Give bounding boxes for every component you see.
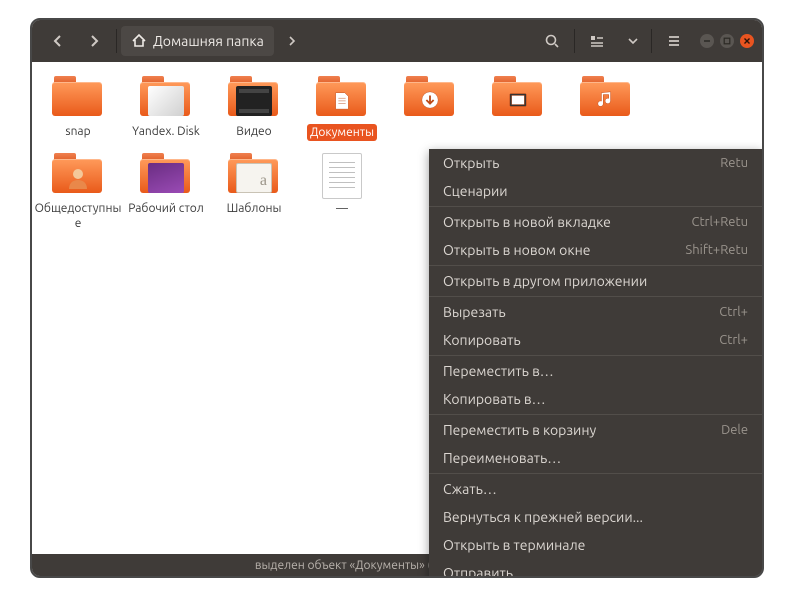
menu-item[interactable]: Вырезать Ctrl+ [429,298,762,326]
menu-item-label: Отправить… [443,565,527,578]
folder-item[interactable] [386,76,474,141]
minimize-button[interactable] [700,34,714,48]
menu-item[interactable]: Копировать в… [429,385,762,413]
path-bar[interactable]: Домашняя папка [121,26,274,56]
menu-item-shortcut: Dele [721,423,748,437]
folder-label: Шаблоны [210,201,298,216]
folder-icon [492,76,544,120]
menu-item[interactable]: Открыть Retu [429,149,762,177]
menu-separator [429,414,762,415]
menu-item-label: Копировать [443,332,521,348]
folder-label: Общедоступные [34,201,122,231]
context-menu: Открыть Retu Сценарии Открыть в новой вклад… [429,149,762,578]
close-button[interactable] [740,34,754,48]
folder-icon [316,76,368,120]
menu-item[interactable]: Переместить в… [429,357,762,385]
folder-icon [140,153,192,197]
menu-item-shortcut: Shift+Retu [685,243,748,257]
folder-label: — [298,201,386,216]
menu-item[interactable]: Отправить… [429,559,762,578]
folder-icon [52,76,104,120]
menu-item[interactable]: Копировать Ctrl+ [429,326,762,354]
menu-item[interactable]: Вернуться к прежней версии... [429,503,762,531]
menu-item[interactable]: Открыть в новом окне Shift+Retu [429,236,762,264]
menu-item[interactable]: Открыть в другом приложении [429,267,762,295]
menu-item-label: Сценарии [443,183,508,199]
menu-item-label: Вырезать [443,304,506,320]
menu-item-shortcut: Ctrl+ [719,305,748,319]
folder-label: Рабочий стол [122,201,210,216]
menu-item[interactable]: Переименовать… [429,444,762,472]
menu-item-label: Вернуться к прежней версии... [443,509,643,525]
toolbar: Домашняя папка [32,20,762,62]
menu-item[interactable]: Открыть в терминале [429,531,762,559]
menu-item-shortcut: Ctrl+Retu [691,215,748,229]
folder-item[interactable]: — [298,153,386,231]
menu-item-label: Копировать в… [443,391,546,407]
view-dropdown-icon[interactable] [617,26,649,56]
folder-icon [316,153,368,197]
menu-item[interactable]: Открыть в новой вкладке Ctrl+Retu [429,208,762,236]
menu-item-label: Открыть в новом окне [443,242,590,258]
menu-item[interactable]: Сценарии [429,177,762,205]
folder-item[interactable]: snap [34,76,122,141]
folder-item[interactable]: Документы [298,76,386,141]
menu-item-label: Переместить в… [443,363,554,379]
window-controls [700,34,754,48]
folder-icon [580,76,632,120]
folder-icon [228,76,280,120]
menu-separator [429,206,762,207]
folder-label: Видео [210,124,298,139]
path-next-icon[interactable] [276,26,308,56]
menu-item-label: Открыть [443,155,499,171]
menu-item-label: Открыть в терминале [443,537,585,553]
separator [116,29,117,53]
separator [651,29,652,53]
maximize-button[interactable] [720,34,734,48]
forward-button[interactable] [78,26,110,56]
menu-item[interactable]: Сжать… [429,475,762,503]
menu-item-shortcut: Retu [720,156,748,170]
menu-item[interactable]: Переместить в корзину Dele [429,416,762,444]
menu-item-label: Сжать… [443,481,497,497]
folder-icon [140,76,192,120]
folder-item[interactable]: Yandex. Disk [122,76,210,141]
back-button[interactable] [42,26,74,56]
menu-separator [429,473,762,474]
separator [574,29,575,53]
file-manager-window: Домашняя папка snapYandex. DiskВидео Доку… [30,18,764,578]
home-icon [131,33,147,49]
menu-item-label: Открыть в другом приложении [443,273,647,289]
menu-separator [429,296,762,297]
folder-label: snap [34,124,122,139]
menu-button[interactable] [658,26,690,56]
search-button[interactable] [536,26,568,56]
folder-item[interactable]: Шаблоны [210,153,298,231]
folder-icon [52,153,104,197]
menu-separator [429,355,762,356]
folder-item[interactable]: Видео [210,76,298,141]
folder-icon [228,153,280,197]
menu-item-label: Переименовать… [443,450,561,466]
menu-item-shortcut: Ctrl+ [719,333,748,347]
menu-item-label: Переместить в корзину [443,422,596,438]
folder-item[interactable] [474,76,562,141]
path-label: Домашняя папка [153,33,264,49]
menu-separator [429,265,762,266]
folder-label: Yandex. Disk [122,124,210,139]
folder-label: Документы [307,124,377,141]
view-button[interactable] [581,26,613,56]
menu-item-label: Открыть в новой вкладке [443,214,611,230]
folder-item[interactable]: Общедоступные [34,153,122,231]
folder-item[interactable] [562,76,650,141]
folder-icon [404,76,456,120]
folder-item[interactable]: Рабочий стол [122,153,210,231]
